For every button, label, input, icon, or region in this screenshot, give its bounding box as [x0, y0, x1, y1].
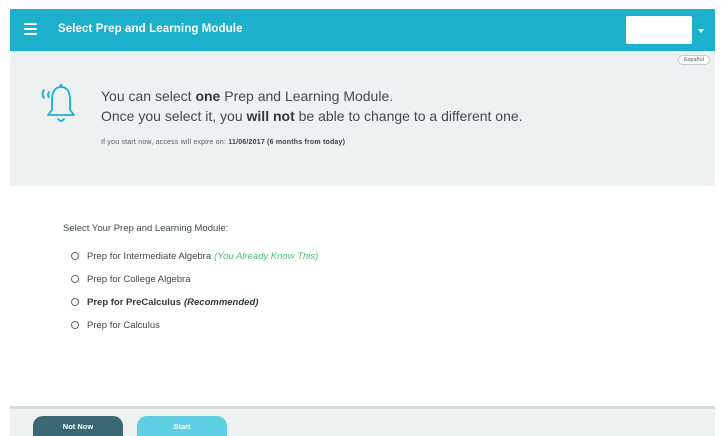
not-now-button[interactable]: Not Now — [33, 416, 123, 436]
bell-icon — [41, 84, 75, 122]
module-select-heading: Select Your Prep and Learning Module: — [63, 223, 229, 234]
expiration-notice: If you start now, access will expire on:… — [101, 139, 346, 146]
start-button[interactable]: Start — [137, 416, 227, 436]
notice-line-two: Once you select it, you will not be able… — [101, 108, 523, 124]
language-toggle-button[interactable]: Español — [678, 55, 710, 65]
module-option-precalculus[interactable]: Prep for PreCalculus (Recommended) — [71, 295, 258, 309]
radio-button[interactable] — [71, 298, 79, 306]
module-option-calculus[interactable]: Prep for Calculus — [71, 318, 160, 332]
account-dropdown[interactable] — [626, 16, 692, 44]
chevron-down-icon[interactable] — [698, 29, 704, 33]
menu-icon[interactable] — [24, 23, 37, 35]
info-banner: Español You can select one Prep and Lear… — [10, 51, 715, 186]
radio-button[interactable] — [71, 275, 79, 283]
radio-button[interactable] — [71, 321, 79, 329]
radio-button[interactable] — [71, 252, 79, 260]
module-option-intermediate-algebra[interactable]: Prep for Intermediate Algebra (You Alrea… — [71, 249, 318, 263]
header-bar: Select Prep and Learning Module — [10, 9, 715, 51]
already-know-note: (You Already Know This) — [214, 250, 319, 262]
page-title: Select Prep and Learning Module — [58, 23, 243, 35]
notice-line-one: You can select one Prep and Learning Mod… — [101, 88, 394, 104]
module-option-college-algebra[interactable]: Prep for College Algebra — [71, 272, 191, 286]
recommended-note: (Recommended) — [183, 296, 259, 308]
